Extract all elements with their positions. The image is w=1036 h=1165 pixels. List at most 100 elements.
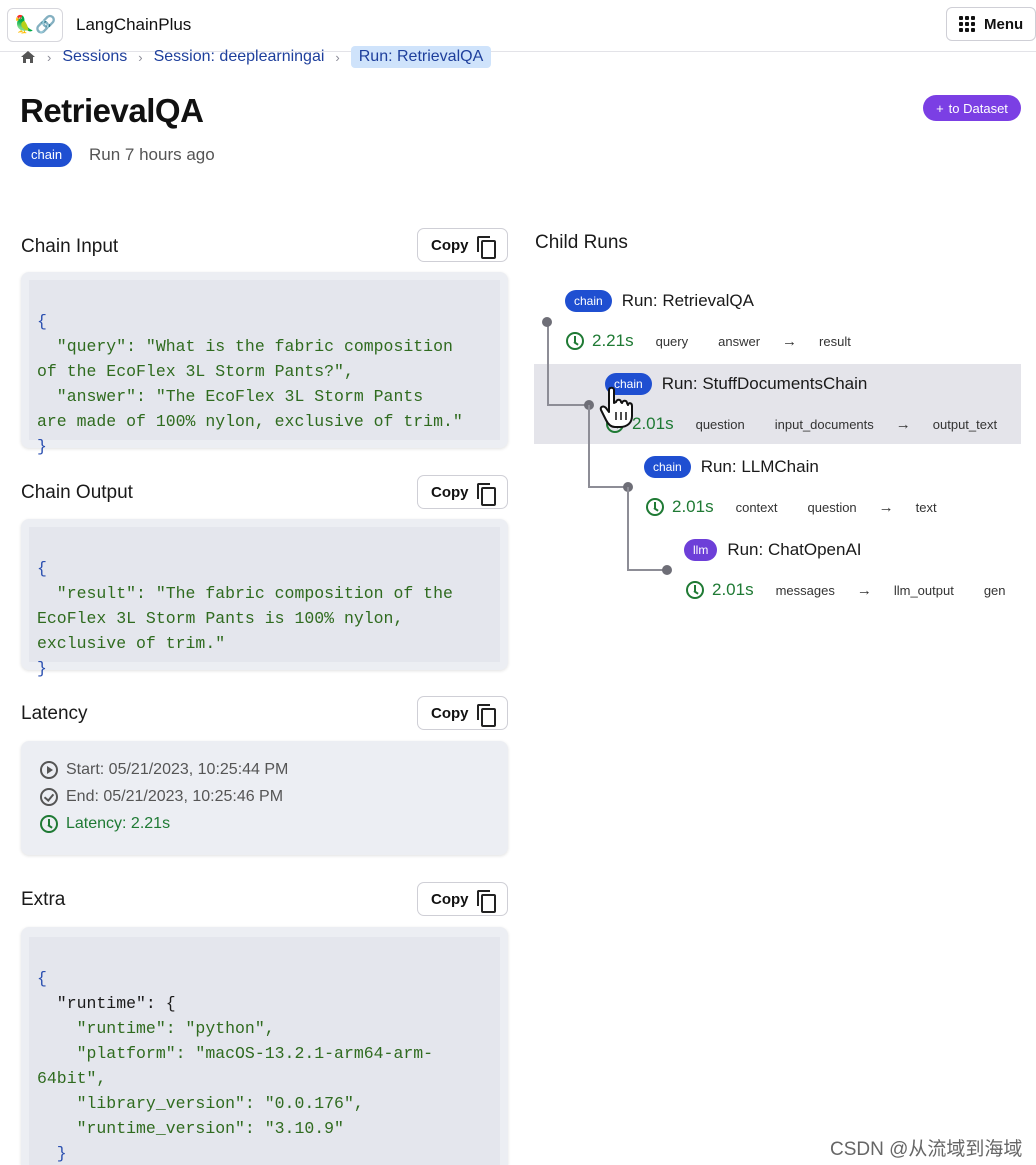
chain-output-panel: { "result": "The fabric composition of t…	[21, 519, 508, 678]
breadcrumb-sessions[interactable]: Sessions	[62, 48, 127, 66]
chain-input-panel: { "query": "What is the fabric compositi…	[21, 272, 508, 456]
logo-icon: 🦜🔗	[13, 15, 57, 34]
extra-title: Extra	[21, 889, 66, 910]
run-input: input_documents	[774, 416, 874, 432]
run-type-badge: chain	[21, 143, 73, 167]
arrow-right-icon: →	[856, 581, 872, 599]
breadcrumb-session[interactable]: Session: deeplearningai	[154, 48, 325, 66]
copy-label: Copy	[431, 890, 469, 908]
copy-label: Copy	[431, 236, 469, 254]
child-run-llmchain[interactable]: chain Run: LLMChain	[644, 456, 819, 478]
run-meta: 2.01s messages → llm_output gen	[686, 580, 1006, 600]
start-time: Start: 05/21/2023, 10:25:44 PM	[40, 761, 288, 779]
code-line: "library_version": "0.0.176",	[37, 1094, 364, 1113]
run-name: Run: StuffDocumentsChain	[661, 374, 868, 393]
run-type-badge: chain	[644, 456, 691, 478]
chevron-right-icon: ›	[138, 49, 143, 65]
tree-node-dot	[542, 317, 552, 327]
breadcrumb-current-run: Run: RetrievalQA	[350, 46, 492, 68]
end-time: End: 05/21/2023, 10:25:46 PM	[40, 788, 283, 806]
copy-output-button[interactable]: Copy	[417, 475, 508, 509]
clock-icon	[686, 581, 704, 599]
latency-value: Latency: 2.21s	[40, 815, 170, 833]
run-output: result	[819, 333, 851, 349]
run-meta: 2.01s question input_documents → output_…	[606, 414, 1027, 434]
run-output: llm_output	[893, 582, 954, 598]
code-line: {	[37, 312, 47, 331]
logo[interactable]: 🦜🔗	[7, 8, 63, 42]
code-line: exclusive of trim."	[37, 634, 226, 653]
breadcrumb: › Sessions › Session: deeplearningai › R…	[20, 44, 492, 70]
watermark: CSDN @从流域到海域	[830, 1139, 1023, 1160]
run-input: question	[695, 416, 745, 432]
latency-text: Latency: 2.21s	[66, 815, 171, 832]
code-line: }	[37, 1144, 67, 1163]
clock-icon	[566, 332, 584, 350]
child-runs-title: Child Runs	[535, 232, 628, 253]
child-run-retrievalqa[interactable]: chain Run: RetrievalQA	[565, 290, 754, 312]
run-input: question	[807, 499, 857, 515]
copy-input-button[interactable]: Copy	[417, 228, 508, 262]
hand-cursor-icon	[599, 386, 633, 428]
page-title: RetrievalQA	[20, 92, 204, 129]
code-line: "query": "What is the fabric composition	[37, 337, 453, 356]
run-output: text	[915, 499, 937, 515]
code-line: EcoFlex 3L Storm Pants is 100% nylon,	[37, 609, 404, 628]
code-line: 64bit",	[37, 1069, 107, 1088]
run-meta: 2.01s context question → text	[646, 497, 967, 517]
run-input: context	[735, 499, 778, 515]
run-type-badge: chain	[565, 290, 612, 312]
code-line: are made of 100% nylon, exclusive of tri…	[37, 412, 463, 431]
child-run-chatopenai[interactable]: llm Run: ChatOpenAI	[684, 539, 862, 561]
chain-output-title: Chain Output	[21, 482, 133, 503]
start-time-text: Start: 05/21/2023, 10:25:44 PM	[66, 761, 289, 778]
run-output: output_text	[932, 416, 998, 432]
copy-icon	[476, 889, 496, 913]
code-line: }	[37, 437, 47, 456]
run-name: Run: LLMChain	[700, 457, 819, 476]
extra-panel: { "runtime": { "runtime": "python", "pla…	[21, 927, 508, 1165]
tree-node-dot	[662, 565, 672, 575]
home-icon[interactable]	[20, 50, 36, 64]
copy-extra-button[interactable]: Copy	[417, 882, 508, 916]
run-latency: 2.01s	[632, 414, 674, 433]
extra-code: { "runtime": { "runtime": "python", "pla…	[29, 937, 500, 1165]
code-line: of the EcoFlex 3L Storm Pants?",	[37, 362, 354, 381]
tree-connector	[627, 487, 629, 570]
run-time: Run 7 hours ago	[89, 145, 215, 164]
app-title[interactable]: LangChainPlus	[76, 15, 191, 35]
latency-title: Latency	[21, 703, 88, 724]
code-line: }	[37, 659, 47, 678]
run-input: query	[655, 333, 689, 349]
tree-connector	[588, 405, 590, 487]
add-to-dataset-button[interactable]: + to Dataset	[923, 95, 1021, 121]
clock-icon	[646, 498, 664, 516]
menu-button[interactable]: Menu	[946, 7, 1036, 41]
tree-connector	[627, 569, 667, 571]
arrow-right-icon: →	[782, 332, 798, 350]
run-input: messages	[775, 582, 835, 598]
code-line: {	[37, 559, 47, 578]
tree-connector	[588, 486, 628, 488]
child-run-stuffdocumentschain[interactable]: chain Run: StuffDocumentsChain	[605, 373, 867, 395]
copy-icon	[476, 703, 496, 727]
code-line: "platform": "macOS-13.2.1-arm64-arm-	[37, 1044, 434, 1063]
copy-latency-button[interactable]: Copy	[417, 696, 508, 730]
clock-icon	[40, 815, 58, 833]
copy-icon	[476, 482, 496, 506]
copy-icon	[476, 235, 496, 259]
code-line: "runtime": "python",	[37, 1019, 275, 1038]
run-latency: 2.01s	[712, 580, 754, 599]
code-line: "runtime": {	[37, 994, 176, 1013]
grid-icon	[959, 16, 975, 32]
run-latency: 2.21s	[592, 331, 634, 350]
run-input: answer	[718, 333, 761, 349]
run-meta: 2.21s query answer → result	[566, 331, 881, 351]
chevron-right-icon: ›	[335, 49, 340, 65]
run-output: gen	[983, 582, 1006, 598]
check-circle-icon	[40, 788, 58, 806]
menu-label: Menu	[984, 15, 1024, 33]
code-line: "runtime_version": "3.10.9"	[37, 1119, 344, 1138]
copy-label: Copy	[431, 704, 469, 722]
copy-label: Copy	[431, 483, 469, 501]
